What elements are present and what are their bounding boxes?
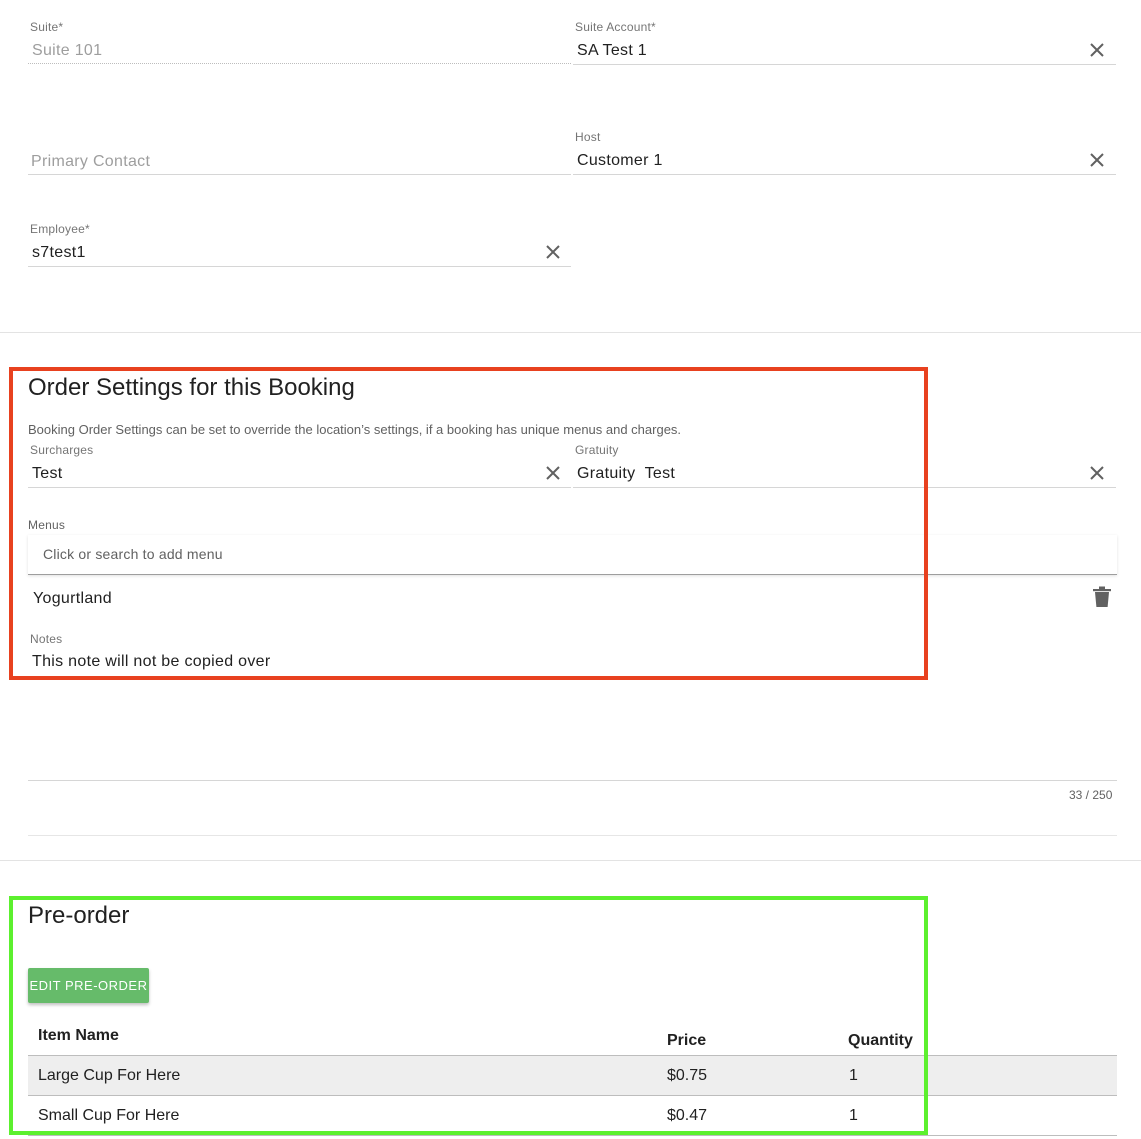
- host-value[interactable]: Customer 1: [577, 152, 663, 170]
- close-icon[interactable]: [1088, 151, 1106, 169]
- suite-account-value[interactable]: SA Test 1: [577, 42, 647, 60]
- primary-contact-placeholder[interactable]: Primary Contact: [31, 153, 150, 171]
- table-row[interactable]: Small Cup For Here $0.47 1: [28, 1096, 1117, 1136]
- close-icon[interactable]: [544, 464, 562, 482]
- order-settings-highlight-box: [9, 367, 928, 680]
- close-icon[interactable]: [1088, 41, 1106, 59]
- section-underline: [28, 835, 1117, 836]
- order-settings-title: Order Settings for this Booking: [28, 374, 355, 401]
- table-row[interactable]: Large Cup For Here $0.75 1: [28, 1056, 1117, 1096]
- surcharges-value[interactable]: Test: [32, 465, 63, 483]
- section-divider: [0, 860, 1141, 861]
- notes-label: Notes: [30, 632, 63, 646]
- column-header-price: Price: [667, 1032, 707, 1049]
- menu-search-input[interactable]: Click or search to add menu: [28, 535, 1117, 575]
- suite-account-label: Suite Account*: [575, 20, 656, 34]
- trash-icon[interactable]: [1092, 586, 1112, 608]
- close-icon[interactable]: [544, 243, 562, 261]
- close-icon[interactable]: [1088, 464, 1106, 482]
- host-underline: [573, 174, 1116, 175]
- column-header-quantity: Quantity: [848, 1032, 913, 1049]
- notes-char-counter: 33 / 250: [1069, 788, 1113, 802]
- column-header-item-name: Item Name: [38, 1027, 119, 1044]
- section-divider: [0, 332, 1141, 333]
- order-settings-description: Booking Order Settings can be set to ove…: [28, 422, 682, 437]
- quantity-cell: 1: [849, 1107, 858, 1124]
- surcharges-label: Surcharges: [30, 443, 94, 457]
- price-cell: $0.47: [667, 1107, 708, 1124]
- suite-underline: [28, 63, 571, 64]
- suite-value: Suite 101: [32, 42, 103, 59]
- item-name-cell: Large Cup For Here: [38, 1067, 181, 1084]
- notes-underline: [28, 780, 1117, 781]
- gratuity-value[interactable]: Gratuity Test: [577, 465, 675, 483]
- edit-pre-order-button[interactable]: EDIT PRE-ORDER: [28, 968, 149, 1003]
- employee-value[interactable]: s7test1: [32, 244, 86, 262]
- pre-order-title: Pre-order: [28, 902, 130, 929]
- gratuity-label: Gratuity: [575, 443, 619, 457]
- host-label: Host: [575, 130, 601, 144]
- gratuity-underline: [573, 487, 1116, 488]
- item-name-cell: Small Cup For Here: [38, 1107, 180, 1124]
- price-cell: $0.75: [667, 1067, 708, 1084]
- suite-account-underline: [573, 64, 1116, 65]
- menu-item: Yogurtland: [33, 590, 112, 607]
- menus-label: Menus: [28, 518, 66, 532]
- primary-contact-underline: [28, 174, 571, 175]
- employee-underline: [28, 266, 571, 267]
- table-divider: [28, 1135, 1117, 1136]
- notes-value[interactable]: This note will not be copied over: [32, 653, 270, 671]
- suite-label: Suite*: [30, 20, 64, 34]
- surcharges-underline: [28, 487, 571, 488]
- quantity-cell: 1: [849, 1067, 858, 1084]
- employee-label: Employee*: [30, 222, 90, 236]
